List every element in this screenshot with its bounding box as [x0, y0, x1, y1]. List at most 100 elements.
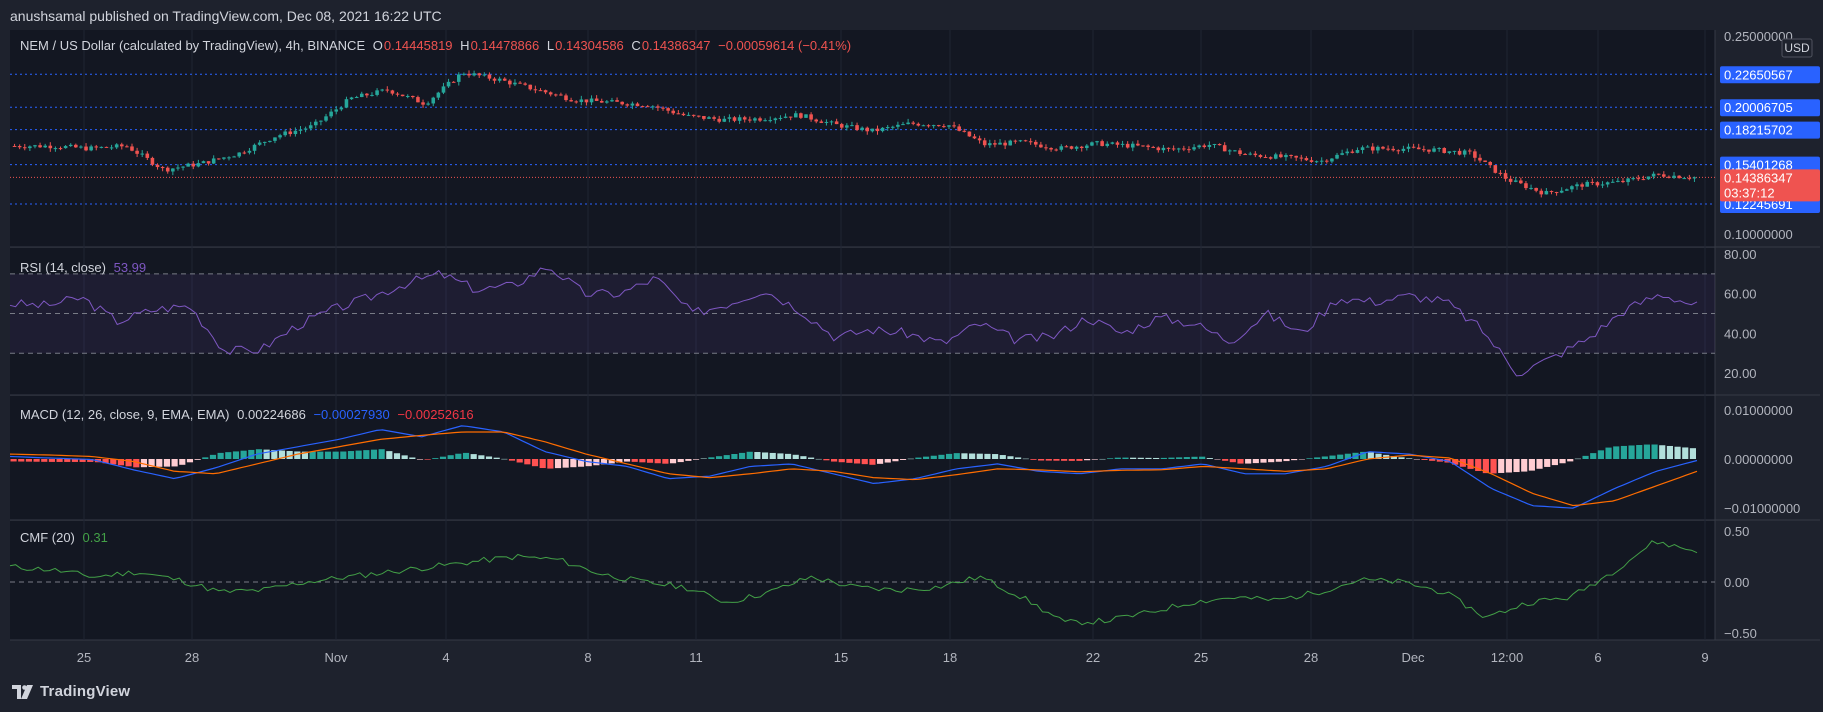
candle-body [227, 157, 231, 159]
candle-body [773, 118, 778, 121]
close-value: 0.14386347 [641, 38, 711, 53]
macd-line-value: −0.00027930 [313, 407, 390, 422]
macd-histogram-bar [1084, 459, 1091, 461]
macd-histogram-bar [1329, 455, 1336, 459]
candle-body [671, 110, 676, 114]
macd-signal-value: −0.00252616 [397, 407, 474, 422]
candle-body [150, 157, 155, 165]
macd-histogram-bar [639, 459, 646, 463]
candle-body [1299, 157, 1304, 159]
macd-histogram-bar [1153, 457, 1160, 459]
candle-body [472, 73, 476, 76]
candle-body [880, 127, 885, 132]
candle-body [1314, 161, 1319, 163]
macd-histogram-bar [738, 452, 746, 459]
macd-histogram-bar [869, 459, 876, 465]
candle-body [1161, 147, 1166, 151]
macd-histogram-bar [232, 451, 240, 459]
candle-body [130, 146, 134, 151]
macd-histogram-bar [1045, 459, 1052, 461]
candle-body [911, 122, 916, 124]
candle-body [977, 138, 982, 141]
macd-histogram-bar [1022, 458, 1029, 460]
candle-body [456, 74, 461, 82]
candle-body [528, 84, 533, 90]
x-tick-label: 6 [1594, 650, 1601, 665]
candle-body [140, 153, 144, 155]
candle-body [1130, 143, 1135, 148]
candle-body [1013, 140, 1018, 142]
candle-body [1559, 190, 1564, 193]
candle-body [441, 86, 446, 93]
candle-body [344, 99, 349, 108]
candle-body [1386, 148, 1390, 150]
macd-histogram-bar [1122, 457, 1129, 459]
candle-body [865, 127, 870, 132]
candle-body [1646, 176, 1651, 180]
candle-body [1212, 144, 1217, 146]
candle-body [957, 126, 961, 131]
candle-body [206, 161, 211, 164]
chart-canvas[interactable]: 25 28 Nov 4 8 11 15 18 22 25 28 Dec 12:00 6 9 0.2265056… [0, 0, 1823, 712]
candle-body [1672, 175, 1676, 178]
candle-body [1279, 154, 1283, 158]
candle-body [1376, 146, 1380, 151]
candle-body [1360, 147, 1365, 151]
candle-body [1003, 142, 1007, 146]
macd-histogram-bar [969, 453, 976, 459]
macd-histogram-bar [946, 453, 953, 459]
candle-body [196, 163, 201, 167]
candle-body [1442, 148, 1447, 153]
candle-body [1544, 191, 1549, 195]
macd-histogram-bar [1015, 457, 1022, 459]
candle-body [1156, 147, 1161, 151]
macd-histogram-bar [370, 449, 378, 459]
cmf-name[interactable]: CMF (20) [20, 530, 75, 545]
candle-body [1396, 150, 1401, 152]
candle-body [114, 144, 119, 148]
macd-histogram-bar [48, 459, 56, 462]
candle-body [732, 117, 737, 121]
candle-body [1330, 158, 1334, 162]
tradingview-logo[interactable]: TradingView [12, 683, 130, 700]
rsi-name[interactable]: RSI (14, close) [20, 260, 106, 275]
macd-histogram-bar [347, 451, 355, 459]
candle-body [594, 98, 599, 101]
macd-histogram-bar [1291, 459, 1298, 461]
candle-body [1151, 146, 1155, 148]
candle-body [891, 126, 895, 128]
low-label: L [546, 38, 555, 53]
macd-histogram-bar [25, 459, 33, 462]
candle-body [640, 106, 645, 108]
macd-name[interactable]: MACD (12, 26, close, 9, EMA, EMA) [20, 407, 230, 422]
candle-body [1411, 146, 1416, 148]
candle-body [829, 121, 834, 123]
candle-body [1136, 143, 1140, 146]
candle-body [477, 73, 481, 76]
candle-body [819, 121, 824, 123]
candle-body [523, 83, 527, 85]
candle-body [1610, 181, 1615, 183]
candle-body [1452, 150, 1457, 152]
macd-histogram-bar [1674, 446, 1681, 459]
macd-histogram-bar [907, 458, 914, 460]
macd-histogram-bar [1429, 459, 1436, 461]
macd-histogram-bar [677, 459, 684, 463]
candle-body [1416, 147, 1421, 150]
candle-body [1503, 173, 1508, 179]
symbol-title[interactable]: NEM / US Dollar (calculated by TradingVi… [20, 38, 365, 53]
macd-histogram-bar [846, 459, 853, 463]
candle-body [1033, 141, 1038, 145]
candle-body [89, 146, 93, 151]
cmf-y-tick-label: −0.50 [1724, 626, 1757, 641]
candle-body [1391, 148, 1395, 151]
candle-body [492, 78, 497, 81]
candle-body [400, 94, 405, 97]
macd-histogram-bar [1628, 445, 1635, 459]
macd-histogram-bar [378, 449, 385, 459]
x-tick-label: Nov [324, 650, 348, 665]
candle-body [334, 109, 339, 112]
macd-histogram-bar [1206, 458, 1213, 459]
macd-histogram-bar [263, 449, 270, 459]
candle-body [1590, 181, 1595, 183]
